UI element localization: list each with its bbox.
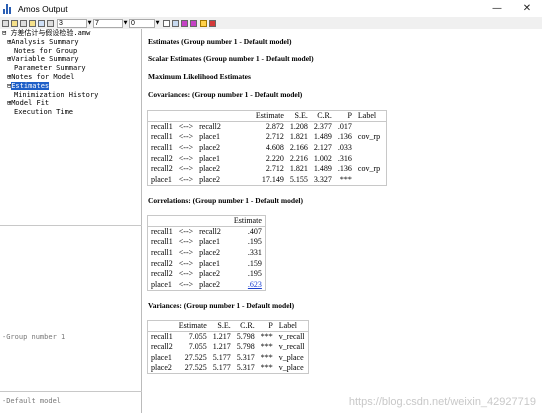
covariances-table: Estimate S.E. C.R. P Label recall1 <--> re…: [147, 110, 388, 186]
close-button[interactable]: ✕: [512, 0, 542, 17]
model-item[interactable]: Default model: [6, 397, 61, 405]
tree-item-variable-summary[interactable]: ⊞Variable Summary: [7, 55, 79, 63]
estimate-link[interactable]: .623: [248, 280, 262, 289]
table-row: recall1 <--> place1.195: [151, 237, 262, 247]
title-bar: Amos Output — ✕: [0, 0, 542, 17]
table-row: place2 27.525 5.177 5.317 *** v_place: [151, 363, 304, 373]
group-list[interactable]: -Group number 1: [2, 333, 65, 341]
tree-item-notes-for-group[interactable]: Notes for Group: [14, 47, 77, 55]
page-setup-icon[interactable]: [47, 19, 54, 27]
grid-icon[interactable]: [172, 19, 179, 27]
print-icon[interactable]: [20, 19, 27, 27]
table-header-row: Estimate S.E. C.R. P Label: [147, 320, 309, 332]
watermark: https://blog.csdn.net/weixin_42927719: [348, 396, 536, 408]
table-row: recall2 <--> place2 2.712 1.821 1.489.136 cov_…: [151, 164, 381, 174]
table-row: recall2 <--> place2.195: [151, 269, 262, 279]
scalar-estimates-heading: Scalar Estimates (Group number 1 - Defau…: [148, 54, 314, 63]
tree-item-execution-time[interactable]: Execution Time: [14, 108, 73, 116]
table-row: recall2 7.055 1.217 5.798 *** v_recall: [151, 342, 305, 352]
table-row: recall1 <--> recall2.407: [151, 227, 262, 237]
tree-item-parameter-summary[interactable]: Parameter Summary: [14, 64, 86, 72]
table-row: recall2 <--> place1.159: [151, 258, 262, 268]
model-list[interactable]: -Default model: [2, 397, 61, 405]
group-item[interactable]: Group number 1: [6, 333, 65, 341]
table-row: recall1 <--> place2.331: [151, 247, 262, 257]
table-row: place1 <--> place2 17.149 5.155 3.327 ***: [151, 174, 352, 184]
correlations-table: Estimate recall1 <--> recall2.407 recall1 <…: [147, 215, 266, 291]
copy-icon[interactable]: [2, 19, 9, 27]
navigation-pane: ⊟ 方差估计与假设检验.amw ⊞Analysis Summary Notes …: [0, 29, 142, 413]
chevron-down-icon[interactable]: ▼: [87, 19, 92, 28]
tree-item-minimization-history[interactable]: Minimization History: [14, 91, 98, 99]
tree-item-model-fit[interactable]: ⊞Model Fit: [7, 99, 49, 107]
variances-table: Estimate S.E. C.R. P Label recall1 7.055 1…: [147, 320, 309, 375]
chevron-down-icon[interactable]: ▼: [155, 19, 160, 28]
estimates-heading: Estimates (Group number 1 - Default mode…: [148, 37, 292, 46]
tree-item-analysis-summary[interactable]: ⊞Analysis Summary: [7, 38, 79, 46]
table-header-row: Estimate: [147, 215, 266, 227]
output-tree: ⊟ 方差估计与假设检验.amw ⊞Analysis Summary Notes …: [0, 29, 142, 225]
toolbar: 3 ▼ 7 ▼ 0 ▼: [0, 17, 542, 29]
table-row: recall1 <--> place1 2.712 1.821 1.489.136 cov_…: [151, 132, 381, 142]
help-icon[interactable]: [200, 19, 207, 27]
pane-divider[interactable]: [0, 225, 142, 226]
preview-icon[interactable]: [38, 19, 45, 27]
selected-tree-label: Estimates: [11, 81, 50, 90]
table-row: place1 27.525 5.177 5.317 *** v_place: [151, 352, 304, 362]
color-icon[interactable]: [181, 19, 188, 27]
exit-icon[interactable]: [209, 19, 216, 27]
amos-app-icon: [3, 3, 13, 14]
window-title: Amos Output: [18, 3, 68, 14]
pane-divider[interactable]: [0, 391, 142, 392]
ml-estimates-heading: Maximum Likelihood Estimates: [148, 72, 251, 81]
table-row: recall2 <--> place1 2.220 2.216 1.002.316: [151, 153, 352, 163]
decimals-select[interactable]: 3: [57, 18, 87, 28]
correlations-heading: Correlations: (Group number 1 - Default …: [148, 196, 303, 205]
table-icon[interactable]: [163, 19, 170, 27]
column-width-select[interactable]: 7: [93, 18, 123, 28]
table-row: recall1 <--> recall2 2.872 1.208 2.377.017: [151, 122, 352, 132]
covariances-heading: Covariances: (Group number 1 - Default m…: [148, 90, 303, 99]
table-header-row: Estimate S.E. C.R. P Label: [147, 110, 387, 122]
table-row: recall1 <--> place2 4.608 2.166 2.127.033: [151, 142, 352, 152]
tree-item-estimates[interactable]: ⊟Estimates: [7, 81, 50, 90]
table-row: place1 <--> place2.623: [151, 279, 262, 289]
folder-icon[interactable]: [29, 19, 36, 27]
open-icon[interactable]: [11, 19, 18, 27]
color-icon-2[interactable]: [190, 19, 197, 27]
tree-root[interactable]: ⊟ 方差估计与假设检验.amw: [2, 29, 90, 37]
output-view: Estimates (Group number 1 - Default mode…: [143, 29, 542, 413]
variances-heading: Variances: (Group number 1 - Default mod…: [148, 301, 295, 310]
chevron-down-icon[interactable]: ▼: [123, 19, 128, 28]
minimize-button[interactable]: —: [482, 0, 512, 17]
table-options-select[interactable]: 0: [129, 18, 155, 28]
tree-item-notes-for-model[interactable]: ⊞Notes for Model: [7, 73, 74, 81]
table-row: recall1 7.055 1.217 5.798 *** v_recall: [151, 332, 305, 342]
